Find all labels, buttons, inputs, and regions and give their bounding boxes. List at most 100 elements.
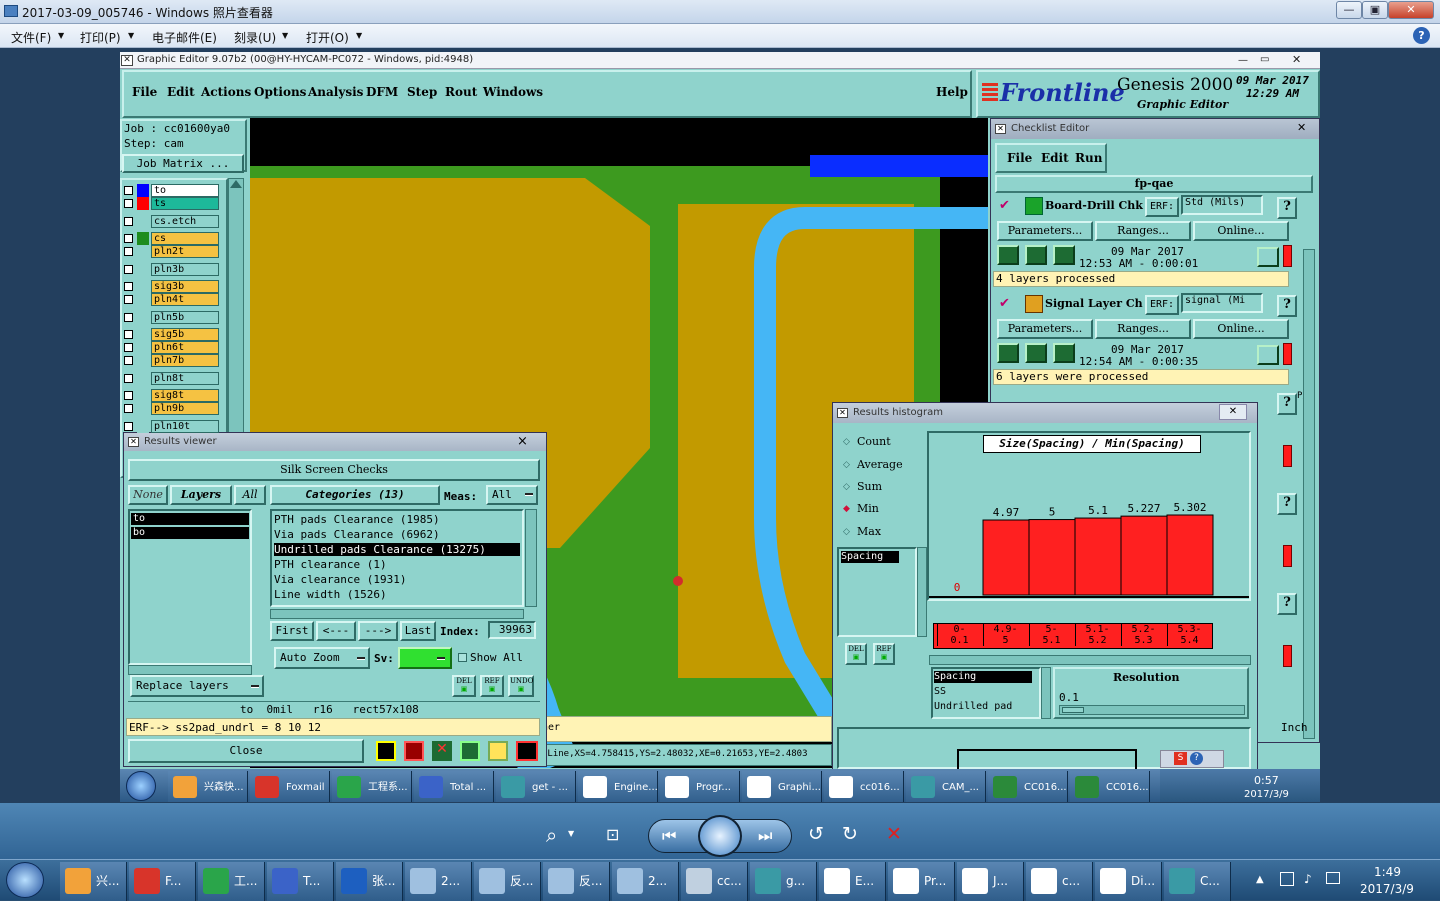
category-item[interactable]: Line width (1526) <box>274 588 387 601</box>
delete-button[interactable]: DEL ▣ <box>452 675 476 697</box>
delete-icon[interactable]: ✕ <box>886 823 902 845</box>
menu-step[interactable]: Step <box>407 85 437 99</box>
layer-color-swatch[interactable] <box>137 311 149 324</box>
layer-checkbox[interactable] <box>124 343 133 352</box>
online-button[interactable]: Online... <box>1193 221 1289 241</box>
notes-icon[interactable] <box>488 741 508 761</box>
ranges-button[interactable]: Ranges... <box>1095 319 1191 339</box>
taskbar-button[interactable]: g... <box>750 862 817 901</box>
menu-burn[interactable]: 刻录(U) <box>234 29 276 46</box>
spacing-item[interactable]: Spacing <box>841 551 899 563</box>
layer-checkbox[interactable] <box>124 247 133 256</box>
layer-color-swatch[interactable] <box>137 280 149 293</box>
help-button[interactable]: ? <box>1277 493 1297 515</box>
network-icon[interactable] <box>1280 872 1294 886</box>
layer-checkbox[interactable] <box>124 422 133 431</box>
menu-file[interactable]: 文件(F) <box>11 29 51 46</box>
layer-color-swatch[interactable] <box>137 197 149 210</box>
run-all-icon[interactable] <box>1025 245 1047 265</box>
alert-icon[interactable] <box>1283 545 1292 567</box>
taskbar-button[interactable]: F... <box>129 862 196 901</box>
taskbar-button[interactable]: cc016... <box>824 771 904 802</box>
detail-item-selected[interactable]: Spacing <box>934 671 1032 683</box>
taskbar-button[interactable]: Di... <box>1095 862 1162 901</box>
help-icon[interactable]: ? <box>1190 752 1203 765</box>
layer-checkbox[interactable] <box>124 186 133 195</box>
maximize-button[interactable]: ▭ <box>1260 52 1269 68</box>
layer-checkbox[interactable] <box>124 234 133 243</box>
taskbar-button[interactable]: get - ... <box>496 771 576 802</box>
show-all-checkbox[interactable] <box>458 653 467 662</box>
menu-print[interactable]: 打印(P) <box>80 29 121 46</box>
layer-checkbox[interactable] <box>124 282 133 291</box>
help-button[interactable]: ? <box>1277 593 1297 615</box>
taskbar-button[interactable]: CAM_... <box>906 771 986 802</box>
menu-dfm[interactable]: DFM <box>366 85 398 99</box>
taskbar-button[interactable]: c... <box>1026 862 1093 901</box>
close-button[interactable]: × <box>517 434 528 449</box>
layer-row-ts[interactable]: ts <box>124 197 222 210</box>
taskbar-button[interactable]: Total ... <box>414 771 494 802</box>
taskbar-button[interactable]: 兴森快... <box>168 771 248 802</box>
layer-checkbox[interactable] <box>124 330 133 339</box>
chart-icon[interactable] <box>516 741 538 761</box>
layer-row-to[interactable]: to <box>124 184 222 197</box>
meas-select[interactable]: All <box>486 485 538 505</box>
layer-color-swatch[interactable] <box>137 354 149 367</box>
menu-open[interactable]: 打开(O) <box>306 29 349 46</box>
checkmark-icon[interactable]: ✔ <box>999 296 1010 311</box>
category-item[interactable]: Via clearance (1931) <box>274 573 406 586</box>
erf-button[interactable]: ERF: <box>1145 197 1179 217</box>
radio-count[interactable]: ◇ <box>843 437 850 447</box>
menu-analysis[interactable]: Analysis <box>308 85 363 99</box>
taskbar-button[interactable]: Engine... <box>578 771 658 802</box>
layer-row-sig8t[interactable]: sig8t <box>124 389 222 402</box>
taskbar-button[interactable]: T... <box>267 862 334 901</box>
menu-windows[interactable]: Windows <box>483 85 543 99</box>
run-icon[interactable] <box>997 245 1019 265</box>
category-item[interactable]: PTH clearance (1) <box>274 558 387 571</box>
menu-email[interactable]: 电子邮件(E) <box>152 29 217 46</box>
help-button[interactable]: ? <box>1277 197 1297 219</box>
category-hscroll[interactable] <box>270 609 524 619</box>
menu-rout[interactable]: Rout <box>445 85 477 99</box>
layer-row-pln2t[interactable]: pln2t <box>124 245 222 258</box>
layer-color-swatch[interactable] <box>137 232 149 245</box>
layer-color-swatch[interactable] <box>137 245 149 258</box>
parameters-button[interactable]: Parameters... <box>997 221 1093 241</box>
layer-row-pln8t[interactable]: pln8t <box>124 372 222 385</box>
layer-list-scrollbar[interactable] <box>128 665 252 675</box>
ranges-button[interactable]: Ranges... <box>1095 221 1191 241</box>
category-scrollbar[interactable] <box>525 509 537 607</box>
alert-icon[interactable] <box>1283 343 1292 365</box>
run-all-icon[interactable] <box>1025 343 1047 363</box>
layer-row-pln7b[interactable]: pln7b <box>124 354 222 367</box>
rotate-right-icon[interactable]: ↻ <box>842 823 858 845</box>
display-icon[interactable] <box>1326 872 1340 884</box>
taskbar-button[interactable]: 兴... <box>60 862 127 901</box>
taskbar-button[interactable]: Foxmail <box>250 771 330 802</box>
taskbar-button[interactable]: 2... <box>405 862 472 901</box>
all-button[interactable]: All <box>234 485 266 505</box>
search-icon[interactable] <box>1257 345 1279 365</box>
tray-arrow-icon[interactable]: ▲ <box>1256 874 1264 885</box>
last-button[interactable]: Last <box>400 621 436 641</box>
layer-row-pln4t[interactable]: pln4t <box>124 293 222 306</box>
close-button[interactable]: ✕ <box>1388 1 1434 19</box>
layer-checkbox[interactable] <box>124 356 133 365</box>
spacing-scrollbar[interactable] <box>917 547 927 637</box>
taskbar-button[interactable]: E... <box>819 862 886 901</box>
volume-icon[interactable]: ♪ <box>1304 872 1312 886</box>
s-icon[interactable]: S <box>1174 752 1187 765</box>
maximize-button[interactable]: ▣ <box>1362 1 1388 19</box>
undo-button[interactable]: UNDO ▣ <box>508 675 534 697</box>
layer-checkbox[interactable] <box>124 391 133 400</box>
taskbar-button[interactable]: CC016... <box>1070 771 1150 802</box>
slideshow-button[interactable] <box>698 815 742 857</box>
taskbar-button[interactable]: 工程系... <box>332 771 412 802</box>
index-input[interactable]: 39963 <box>488 621 536 639</box>
option-min[interactable]: Min <box>857 502 879 515</box>
layer-color-swatch[interactable] <box>137 372 149 385</box>
layer-checkbox[interactable] <box>124 199 133 208</box>
alert-icon[interactable] <box>1283 645 1292 667</box>
